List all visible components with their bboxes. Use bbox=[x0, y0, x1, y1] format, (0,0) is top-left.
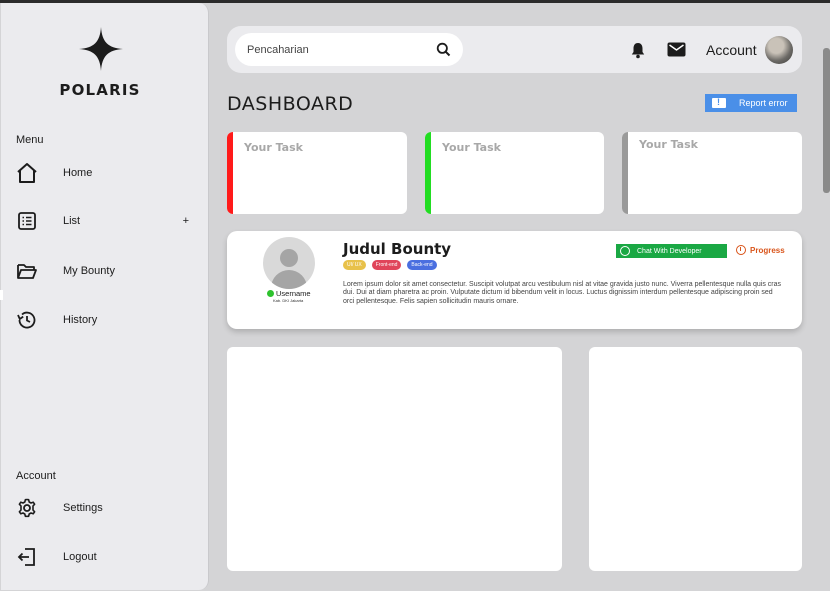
search-input[interactable] bbox=[247, 43, 427, 56]
chat-with-developer-button[interactable]: Chat With Developer bbox=[616, 244, 727, 258]
report-error-button[interactable]: Report error bbox=[705, 94, 797, 112]
status-badge: Progress bbox=[736, 245, 785, 255]
list-icon bbox=[15, 209, 39, 233]
user-location: Kab. DKI Jakarta bbox=[273, 298, 304, 303]
task-accent-bar bbox=[227, 132, 233, 214]
top-bar: Account bbox=[227, 26, 802, 73]
task-card[interactable]: Your Task bbox=[622, 132, 802, 214]
sidebar: POLARIS Menu Home List + My Bounty Histo… bbox=[1, 3, 209, 590]
task-card[interactable]: Your Task bbox=[227, 132, 407, 214]
task-title: Your Task bbox=[639, 138, 698, 151]
tag-ui-ux: UI/ UX bbox=[343, 260, 366, 270]
sidebar-item-label: Settings bbox=[63, 502, 103, 514]
sidebar-item-my-bounty[interactable]: My Bounty bbox=[15, 256, 195, 286]
search-box bbox=[235, 33, 463, 66]
sidebar-resize-handle[interactable] bbox=[0, 290, 3, 300]
logout-icon bbox=[15, 545, 39, 569]
sidebar-item-list[interactable]: List + bbox=[15, 206, 195, 236]
expand-plus-icon[interactable]: + bbox=[183, 215, 189, 227]
user-avatar[interactable] bbox=[765, 36, 793, 64]
sidebar-item-label: Home bbox=[63, 167, 93, 179]
chat-button-label: Chat With Developer bbox=[637, 247, 702, 255]
bounty-title: Judul Bounty bbox=[343, 240, 452, 258]
menu-section-label: Menu bbox=[16, 134, 44, 146]
content-panel-left bbox=[227, 347, 562, 571]
task-accent-bar bbox=[425, 132, 431, 214]
sidebar-item-logout[interactable]: Logout bbox=[15, 542, 195, 572]
home-icon bbox=[15, 161, 39, 185]
sidebar-item-label: List bbox=[63, 215, 81, 227]
task-accent-bar bbox=[622, 132, 628, 214]
sidebar-item-label: History bbox=[63, 314, 98, 326]
content-panel-right bbox=[589, 347, 802, 571]
report-icon bbox=[712, 97, 726, 108]
bounty-tags: UI/ UX Front-end Back-end bbox=[343, 260, 437, 270]
mail-icon[interactable] bbox=[667, 42, 686, 57]
brand-name: POLARIS bbox=[59, 81, 141, 99]
account-label[interactable]: Account bbox=[706, 42, 757, 58]
sidebar-item-history[interactable]: History bbox=[15, 305, 195, 335]
tag-front-end: Front-end bbox=[371, 260, 402, 270]
folder-icon bbox=[15, 259, 39, 283]
search-icon[interactable] bbox=[436, 42, 451, 57]
star-logo-icon bbox=[79, 27, 123, 71]
report-button-label: Report error bbox=[739, 98, 788, 108]
task-title: Your Task bbox=[244, 141, 303, 154]
gear-icon bbox=[15, 496, 39, 520]
sidebar-item-home[interactable]: Home bbox=[15, 158, 195, 188]
username-text: Username bbox=[276, 289, 311, 298]
task-title: Your Task bbox=[442, 141, 501, 154]
sidebar-item-label: Logout bbox=[63, 551, 97, 563]
clock-icon bbox=[736, 245, 746, 255]
bounty-card[interactable]: Username Kab. DKI Jakarta Judul Bounty U… bbox=[227, 231, 802, 329]
user-avatar-placeholder bbox=[263, 237, 315, 289]
bounty-username: Username bbox=[267, 289, 311, 298]
status-text: Progress bbox=[750, 245, 785, 255]
history-icon bbox=[15, 308, 39, 332]
page-title: DASHBOARD bbox=[227, 93, 354, 115]
sidebar-item-settings[interactable]: Settings bbox=[15, 493, 195, 523]
sidebar-item-label: My Bounty bbox=[63, 265, 115, 277]
account-section-label: Account bbox=[16, 470, 56, 482]
online-status-dot bbox=[267, 290, 274, 297]
bounty-description: Lorem ipsum dolor sit amet consectetur. … bbox=[343, 281, 781, 305]
tag-back-end: Back-end bbox=[407, 260, 437, 270]
task-card[interactable]: Your Task bbox=[425, 132, 604, 214]
whatsapp-icon bbox=[620, 246, 630, 256]
bell-icon[interactable] bbox=[629, 41, 647, 59]
scrollbar-thumb[interactable] bbox=[823, 48, 830, 193]
